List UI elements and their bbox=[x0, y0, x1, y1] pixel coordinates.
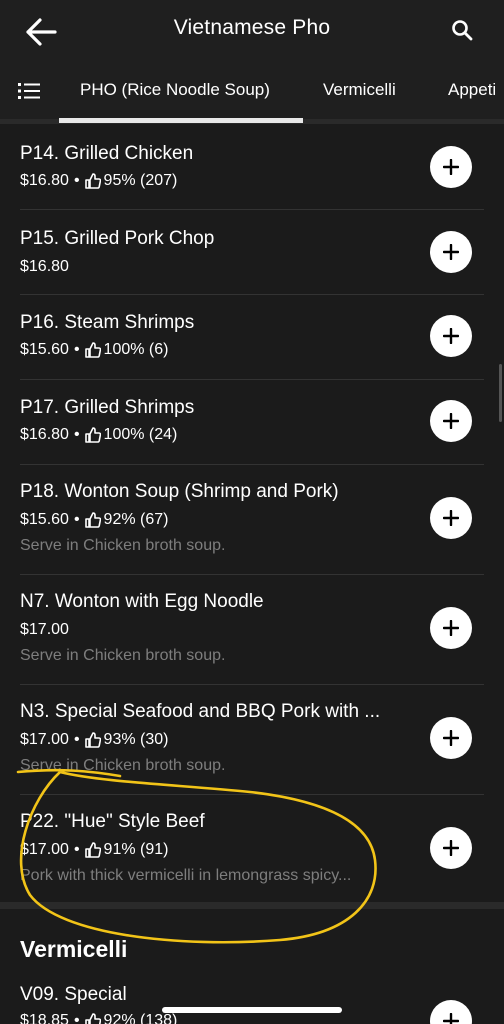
item-description: Serve in Chicken broth soup. bbox=[20, 647, 226, 664]
list-item[interactable]: P15. Grilled Pork Chop $16.80 bbox=[20, 210, 484, 295]
section-title: Vermicelli bbox=[20, 936, 128, 962]
separator-dot: • bbox=[73, 172, 80, 189]
item-name: P18. Wonton Soup (Shrimp and Pork) bbox=[20, 481, 339, 502]
thumbs-up-icon bbox=[84, 732, 101, 748]
category-tab-bar: PHO (Rice Noodle Soup) Vermicelli Appeti bbox=[0, 60, 504, 124]
item-price: $15.60 bbox=[20, 511, 69, 528]
list-item[interactable]: P17. Grilled Shrimps $16.80 • 100% (24) bbox=[20, 380, 484, 465]
item-meta: $17.00 • 91% (91) bbox=[20, 841, 168, 859]
item-name: P14. Grilled Chicken bbox=[20, 143, 194, 164]
item-rating: 92% (67) bbox=[103, 511, 169, 528]
scrollbar[interactable] bbox=[499, 364, 502, 422]
item-price: $16.80 bbox=[20, 258, 69, 275]
item-rating: 100% (6) bbox=[103, 341, 169, 358]
item-rating: 92% (138) bbox=[103, 1012, 178, 1024]
plus-icon bbox=[443, 244, 459, 260]
tab-vermicelli[interactable]: Vermicelli bbox=[323, 80, 396, 100]
item-rating: 91% (91) bbox=[103, 841, 169, 858]
page-title: Vietnamese Pho bbox=[173, 16, 331, 39]
item-price: $17.00 bbox=[20, 731, 69, 748]
item-rating: 95% (207) bbox=[103, 172, 178, 189]
home-indicator bbox=[162, 1007, 342, 1013]
add-item-button[interactable] bbox=[430, 717, 472, 759]
separator-dot: • bbox=[73, 341, 80, 358]
thumbs-up-icon bbox=[84, 342, 101, 358]
item-meta: $16.80 bbox=[20, 258, 69, 276]
item-name: V09. Special bbox=[20, 984, 127, 1005]
item-price: $15.60 bbox=[20, 341, 69, 358]
plus-icon bbox=[443, 620, 459, 636]
add-item-button[interactable] bbox=[430, 607, 472, 649]
search-icon[interactable] bbox=[450, 18, 474, 42]
item-name: N7. Wonton with Egg Noodle bbox=[20, 591, 264, 612]
plus-icon bbox=[443, 413, 459, 429]
item-name: P22. "Hue" Style Beef bbox=[20, 811, 205, 832]
add-item-button[interactable] bbox=[430, 497, 472, 539]
item-meta: $17.00 bbox=[20, 621, 69, 639]
thumbs-up-icon bbox=[84, 427, 101, 443]
item-meta: $18.85 • 92% (138) bbox=[20, 1012, 177, 1024]
thumbs-up-icon bbox=[84, 842, 101, 858]
list-item[interactable]: N7. Wonton with Egg Noodle $17.00 Serve … bbox=[20, 575, 484, 685]
item-rating: 100% (24) bbox=[103, 426, 178, 443]
separator-dot: • bbox=[73, 511, 80, 528]
plus-icon bbox=[443, 840, 459, 856]
item-price: $17.00 bbox=[20, 841, 69, 858]
separator-dot: • bbox=[73, 841, 80, 858]
item-meta: $17.00 • 93% (30) bbox=[20, 731, 168, 749]
plus-icon bbox=[443, 159, 459, 175]
list-item[interactable]: P18. Wonton Soup (Shrimp and Pork) $15.6… bbox=[20, 465, 484, 575]
section-divider bbox=[0, 902, 504, 909]
add-item-button[interactable] bbox=[430, 827, 472, 869]
plus-icon bbox=[443, 730, 459, 746]
top-app-bar: Vietnamese Pho bbox=[0, 0, 504, 60]
list-item[interactable]: P14. Grilled Chicken $16.80 • 95% (207) bbox=[20, 124, 484, 210]
add-item-button[interactable] bbox=[430, 400, 472, 442]
tab-pho[interactable]: PHO (Rice Noodle Soup) bbox=[80, 80, 270, 100]
item-name: P15. Grilled Pork Chop bbox=[20, 228, 215, 249]
item-meta: $15.60 • 100% (6) bbox=[20, 341, 168, 359]
list-item[interactable]: N3. Special Seafood and BBQ Pork with ..… bbox=[20, 685, 484, 795]
item-price: $16.80 bbox=[20, 172, 69, 189]
item-rating: 93% (30) bbox=[103, 731, 169, 748]
thumbs-up-icon bbox=[84, 1013, 101, 1024]
separator-dot: • bbox=[73, 426, 80, 443]
item-price: $16.80 bbox=[20, 426, 69, 443]
separator-dot: • bbox=[73, 731, 80, 748]
thumbs-up-icon bbox=[84, 512, 101, 528]
plus-icon bbox=[443, 328, 459, 344]
menu-item-list[interactable]: P14. Grilled Chicken $16.80 • 95% (207) P… bbox=[0, 124, 504, 1024]
list-item[interactable]: P16. Steam Shrimps $15.60 • 100% (6) bbox=[20, 295, 484, 380]
item-description: Serve in Chicken broth soup. bbox=[20, 537, 226, 554]
list-item[interactable]: P22. "Hue" Style Beef $17.00 • 91% (91) P… bbox=[20, 795, 484, 905]
add-item-button[interactable] bbox=[430, 231, 472, 273]
item-name: P16. Steam Shrimps bbox=[20, 312, 195, 333]
add-item-button[interactable] bbox=[430, 315, 472, 357]
item-name: P17. Grilled Shrimps bbox=[20, 397, 195, 418]
add-item-button[interactable] bbox=[430, 1000, 472, 1024]
item-meta: $15.60 • 92% (67) bbox=[20, 511, 168, 529]
thumbs-up-icon bbox=[84, 173, 101, 189]
separator-dot: • bbox=[73, 1012, 80, 1024]
item-price: $18.85 bbox=[20, 1012, 69, 1024]
item-description: Pork with thick vermicelli in lemongrass… bbox=[20, 867, 352, 884]
plus-icon bbox=[443, 510, 459, 526]
list-item[interactable]: V09. Special $18.85 • 92% (138) bbox=[20, 974, 484, 1024]
tab-selected-indicator bbox=[59, 118, 303, 123]
tab-appetizers[interactable]: Appeti bbox=[448, 80, 496, 100]
plus-icon bbox=[443, 1013, 459, 1024]
item-description: Serve in Chicken broth soup. bbox=[20, 757, 226, 774]
list-icon[interactable] bbox=[18, 82, 40, 100]
item-name: N3. Special Seafood and BBQ Pork with ..… bbox=[20, 701, 381, 722]
item-meta: $16.80 • 100% (24) bbox=[20, 426, 177, 444]
item-meta: $16.80 • 95% (207) bbox=[20, 172, 177, 190]
item-price: $17.00 bbox=[20, 621, 69, 638]
add-item-button[interactable] bbox=[430, 146, 472, 188]
